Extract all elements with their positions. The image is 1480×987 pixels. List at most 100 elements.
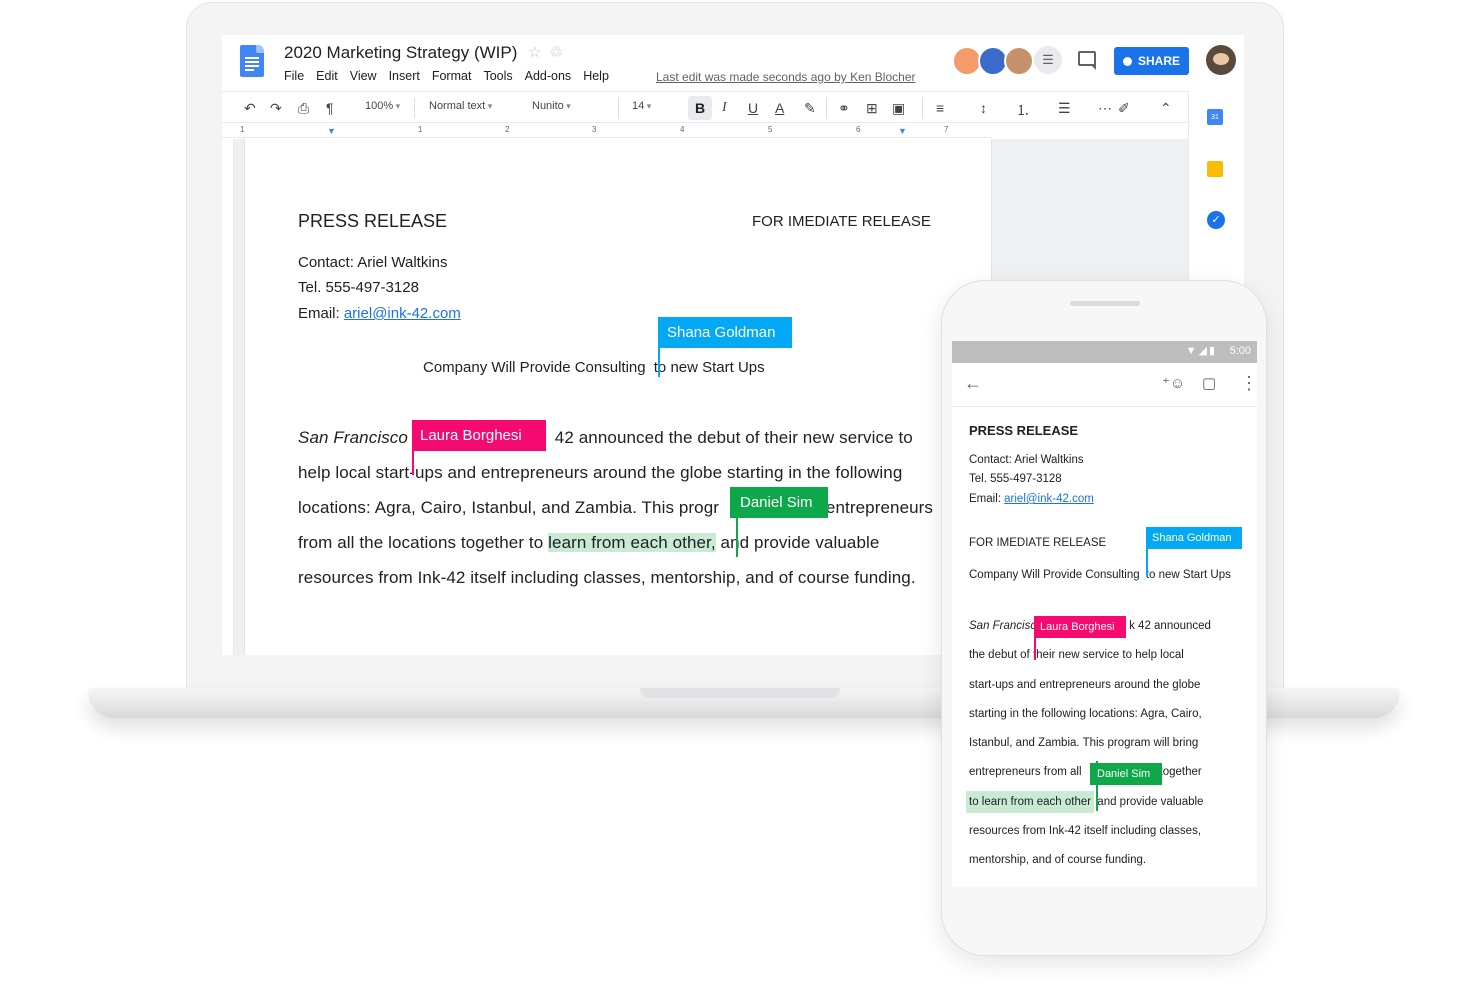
add-person-icon[interactable]: ⁺☺ xyxy=(1162,374,1185,392)
keep-icon[interactable] xyxy=(1207,161,1223,177)
print-icon[interactable]: ⎙ xyxy=(298,100,309,117)
formatting-toolbar: ↶ ↷ ⎙ ¶ 100% Normal text Nunito 14 B I U… xyxy=(222,91,1188,123)
body-line-3: locations: Agra, Cairo, Istanbul, and Za… xyxy=(298,498,934,517)
pen-icon[interactable]: ✐ xyxy=(1118,100,1130,117)
status-bar: ▼◢▮ 5:00 xyxy=(952,341,1257,363)
person-icon xyxy=(1122,56,1132,66)
page-heading: PRESS RELEASE xyxy=(298,211,448,231)
phone-speaker xyxy=(1070,301,1140,306)
mobile-highlighted-text[interactable]: to learn from each other xyxy=(966,791,1095,813)
docs-logo-icon[interactable] xyxy=(240,45,264,77)
bold-button[interactable]: B xyxy=(688,96,712,120)
text-color-button[interactable]: A xyxy=(775,100,784,116)
zoom-select[interactable]: 100% xyxy=(365,100,400,112)
laptop-notch xyxy=(640,688,840,698)
product-hero: 2020 Marketing Strategy (WIP) ☆♲ File Ed… xyxy=(0,0,1480,987)
body-line-1: San Francisco 42 announced the debut of … xyxy=(298,428,913,447)
mobile-line-2: the debut of their new service to help l… xyxy=(969,649,1184,661)
menu-edit[interactable]: Edit xyxy=(316,69,338,83)
mobile-line-5: Istanbul, and Zambia. This program will … xyxy=(969,737,1199,749)
mobile-line-3: start-ups and entrepreneurs around the g… xyxy=(969,679,1201,691)
undo-icon[interactable]: ↶ xyxy=(244,100,256,117)
mobile-line-7: to learn from each other and provide val… xyxy=(966,791,1203,813)
menu-tools[interactable]: Tools xyxy=(483,69,512,83)
link-icon[interactable]: ⚭ xyxy=(838,100,850,117)
back-arrow-icon[interactable]: ← xyxy=(964,373,982,394)
bulleted-list-icon[interactable]: ☰ xyxy=(1058,100,1071,117)
contact-line: Contact: Ariel Waltkins xyxy=(298,254,448,271)
cursor-flag-shana: Shana Goldman xyxy=(658,317,792,348)
collapse-chevron-icon[interactable]: ⌃ xyxy=(1160,100,1172,117)
comment-icon[interactable]: ▢ xyxy=(1202,374,1216,392)
menu-format[interactable]: Format xyxy=(432,69,472,83)
style-select[interactable]: Normal text xyxy=(429,100,492,112)
mobile-line-8: resources from Ink-42 itself including c… xyxy=(969,825,1202,837)
calendar-icon[interactable]: 31 xyxy=(1207,109,1223,125)
highlight-icon[interactable]: ✎ xyxy=(804,100,816,117)
overflow-menu-icon[interactable]: ⋮ xyxy=(1240,373,1257,394)
body-line-5: resources from Ink-42 itself including c… xyxy=(298,568,916,587)
menu-addons[interactable]: Add-ons xyxy=(525,69,572,83)
star-icon[interactable]: ☆ xyxy=(528,44,549,61)
numbered-list-icon[interactable]: ⒈ xyxy=(1016,100,1030,120)
right-indent-marker-icon[interactable]: ▼ xyxy=(898,126,907,136)
menu-file[interactable]: File xyxy=(284,69,304,83)
comments-icon[interactable] xyxy=(1078,51,1096,70)
mobile-line-6: entrepreneurs from all together xyxy=(969,766,1202,778)
underline-button[interactable]: U xyxy=(748,100,758,116)
highlighted-text[interactable]: learn from each other, xyxy=(548,533,716,552)
tasks-icon[interactable]: ✓ xyxy=(1207,211,1225,229)
insert-image-icon[interactable]: ▣ xyxy=(892,100,905,117)
last-edit-link[interactable]: Last edit was made seconds ago by Ken Bl… xyxy=(656,70,916,84)
account-avatar[interactable] xyxy=(1206,45,1236,75)
status-time: 5:00 xyxy=(1229,345,1251,357)
avatar[interactable] xyxy=(1004,46,1034,76)
more-collaborators-icon[interactable]: ☰ xyxy=(1034,46,1062,74)
mobile-contact: Contact: Ariel Waltkins xyxy=(969,454,1084,466)
cursor-flag-laura: Laura Borghesi xyxy=(412,420,546,451)
menu-help[interactable]: Help xyxy=(583,69,609,83)
font-select[interactable]: Nunito xyxy=(532,100,571,112)
mobile-email-link[interactable]: ariel@ink-42.com xyxy=(1004,493,1094,505)
add-comment-icon[interactable]: ⊞ xyxy=(866,100,878,117)
document-page[interactable]: PRESS RELEASE FOR IMEDIATE RELEASE Conta… xyxy=(244,139,992,655)
release-tag: FOR IMEDIATE RELEASE xyxy=(752,213,931,230)
share-button[interactable]: SHARE xyxy=(1114,47,1189,75)
font-size-select[interactable]: 14 xyxy=(632,100,651,112)
phone: ▼◢▮ 5:00 ← ⁺☺ ▢ ⋮ PRESS RELEASE Contact:… xyxy=(941,280,1267,956)
horizontal-ruler: 1 1 2 3 4 5 6 7 ▼ ▼ xyxy=(222,124,992,138)
menu-bar: File Edit View Insert Format Tools Add-o… xyxy=(284,69,621,83)
menu-insert[interactable]: Insert xyxy=(389,69,420,83)
collaborator-avatars: ☰ xyxy=(952,46,1072,76)
email-link[interactable]: ariel@ink-42.com xyxy=(344,305,461,322)
mobile-line-4: starting in the following locations: Agr… xyxy=(969,708,1202,720)
vertical-ruler xyxy=(222,139,234,655)
mobile-release-tag: FOR IMEDIATE RELEASE xyxy=(969,537,1107,549)
document-title[interactable]: 2020 Marketing Strategy (WIP) xyxy=(284,43,517,63)
indent-marker-icon[interactable]: ▼ xyxy=(327,126,336,136)
mobile-tel: Tel. 555-497-3128 xyxy=(969,473,1062,485)
mobile-line-9: mentorship, and of course funding. xyxy=(969,854,1147,866)
body-line-4: from all the locations together to learn… xyxy=(298,533,880,552)
more-tools-icon[interactable]: ⋯ xyxy=(1098,100,1112,117)
menu-view[interactable]: View xyxy=(350,69,377,83)
paint-format-icon[interactable]: ¶ xyxy=(326,100,334,116)
share-label: SHARE xyxy=(1137,54,1180,68)
mobile-email: Email: ariel@ink-42.com xyxy=(969,493,1094,505)
mobile-flag-laura: Laura Borghesi xyxy=(1034,616,1126,638)
status-icons: ▼◢▮ xyxy=(1185,345,1217,357)
cursor-flag-daniel: Daniel Sim xyxy=(730,487,828,518)
line-spacing-icon[interactable]: ↕ xyxy=(980,100,987,116)
subtitle-line: Company Will Provide Consulting to new S… xyxy=(423,359,765,376)
body-line-2: help local start-ups and entrepreneurs a… xyxy=(298,463,903,482)
redo-icon[interactable]: ↷ xyxy=(270,100,282,117)
phone-screen: ▼◢▮ 5:00 ← ⁺☺ ▢ ⋮ PRESS RELEASE Contact:… xyxy=(952,341,1257,887)
email-line: Email: ariel@ink-42.com xyxy=(298,305,461,322)
italic-button[interactable]: I xyxy=(722,100,727,116)
align-icon[interactable]: ≡ xyxy=(936,100,944,116)
tel-line: Tel. 555-497-3128 xyxy=(298,279,419,296)
move-folder-icon[interactable]: ♲ xyxy=(549,44,570,61)
mobile-heading: PRESS RELEASE xyxy=(969,423,1079,438)
mobile-flag-shana: Shana Goldman xyxy=(1146,527,1242,549)
mobile-subtitle: Company Will Provide Consulting to new S… xyxy=(969,569,1231,581)
